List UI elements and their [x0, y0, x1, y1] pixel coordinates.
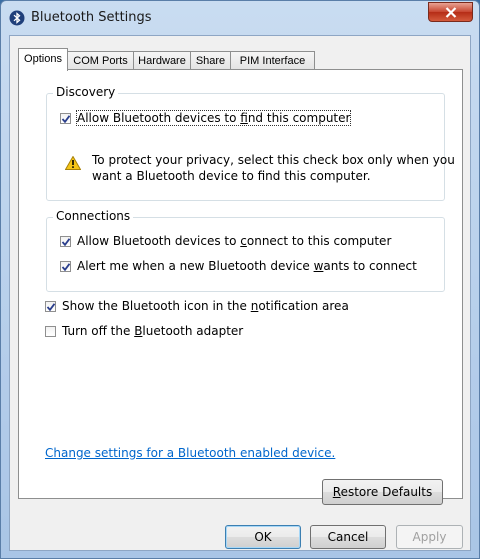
connections-group-label: Connections	[53, 209, 134, 223]
apply-button[interactable]: Apply	[396, 525, 463, 549]
cancel-button[interactable]: Cancel	[310, 525, 386, 549]
allow-find-label-post: ind this computer	[247, 111, 351, 125]
show-icon-label-post: otification area	[258, 299, 349, 313]
privacy-warning-text: To protect your privacy, select this che…	[92, 153, 455, 183]
turn-off-adapter-label: Turn off the Bluetooth adapter	[62, 324, 243, 338]
tab-com-ports-label: COM Ports	[73, 55, 128, 67]
discovery-group-label: Discovery	[53, 85, 119, 99]
window-title: Bluetooth Settings	[31, 10, 152, 25]
allow-connect-label: Allow Bluetooth devices to connect to th…	[77, 234, 391, 248]
cancel-button-label: Cancel	[327, 530, 369, 544]
tab-strip: Options COM Ports Hardware Share PIM Int…	[18, 48, 458, 71]
tab-com-ports[interactable]: COM Ports	[67, 51, 134, 70]
restore-defaults-label: estore Defaults	[340, 485, 433, 499]
connections-group: Connections Allow Bluetooth devices to c…	[46, 209, 445, 292]
ok-button[interactable]: OK	[225, 525, 301, 549]
allow-connect-label-key: c	[240, 234, 247, 248]
dialog-client: Options COM Ports Hardware Share PIM Int…	[9, 35, 471, 551]
tab-share-label: Share	[195, 55, 226, 67]
show-icon-label-pre: Show the Bluetooth icon in the	[62, 299, 251, 313]
tab-pim-interface-label: PIM Interface	[239, 55, 306, 67]
checkmark-icon	[61, 115, 71, 124]
tab-pim-interface[interactable]: PIM Interface	[230, 51, 315, 70]
turn-off-adapter-label-post: luetooth adapter	[142, 324, 244, 338]
tab-options-label: Options	[24, 53, 62, 65]
close-button[interactable]	[428, 2, 473, 22]
show-icon-checkbox-box[interactable]	[45, 301, 56, 312]
show-icon-label: Show the Bluetooth icon in the notificat…	[62, 299, 349, 313]
tab-hardware[interactable]: Hardware	[133, 51, 191, 70]
bluetooth-settings-window: Bluetooth Settings Options COM Ports Har…	[0, 0, 480, 559]
tab-share[interactable]: Share	[190, 51, 231, 70]
title-bar[interactable]: Bluetooth Settings	[1, 1, 479, 35]
checkmark-icon	[61, 263, 71, 272]
tab-hardware-label: Hardware	[138, 55, 186, 67]
apply-button-label: Apply	[412, 530, 447, 544]
allow-connect-checkbox-box[interactable]	[60, 236, 71, 247]
checkmark-icon	[46, 303, 56, 312]
alert-connect-label-post: ants to connect	[323, 259, 417, 273]
alert-connect-label-key: w	[313, 259, 324, 273]
options-panel: Discovery Allow Bluetooth devices to fin…	[18, 69, 463, 505]
ok-button-label: OK	[254, 530, 272, 544]
allow-connect-label-post: onnect to this computer	[246, 234, 392, 248]
discovery-group: Discovery Allow Bluetooth devices to fin…	[46, 85, 455, 201]
close-icon	[445, 7, 457, 18]
allow-connect-label-pre: Allow Bluetooth devices to	[77, 234, 241, 248]
restore-defaults-key: R	[332, 485, 341, 499]
allow-find-checkbox-box[interactable]	[60, 113, 71, 124]
alert-connect-label: Alert me when a new Bluetooth device wan…	[77, 259, 417, 273]
tab-options[interactable]: Options	[18, 48, 68, 71]
bluetooth-icon	[9, 10, 25, 26]
turn-off-adapter-label-pre: Turn off the	[62, 324, 135, 338]
allow-find-label: Allow Bluetooth devices to find this com…	[75, 110, 352, 126]
allow-find-label-pre: Allow Bluetooth devices to	[77, 111, 241, 125]
alert-connect-checkbox-box[interactable]	[60, 261, 71, 272]
change-device-settings-link[interactable]: Change settings for a Bluetooth enabled …	[45, 446, 335, 460]
restore-defaults-button[interactable]: Restore Defaults	[322, 479, 443, 505]
checkmark-icon	[61, 238, 71, 247]
allow-find-label-key: f	[240, 111, 248, 125]
turn-off-adapter-checkbox-box[interactable]	[45, 326, 56, 337]
warning-icon	[64, 155, 82, 170]
alert-connect-label-pre: Alert me when a new Bluetooth device	[77, 259, 314, 273]
